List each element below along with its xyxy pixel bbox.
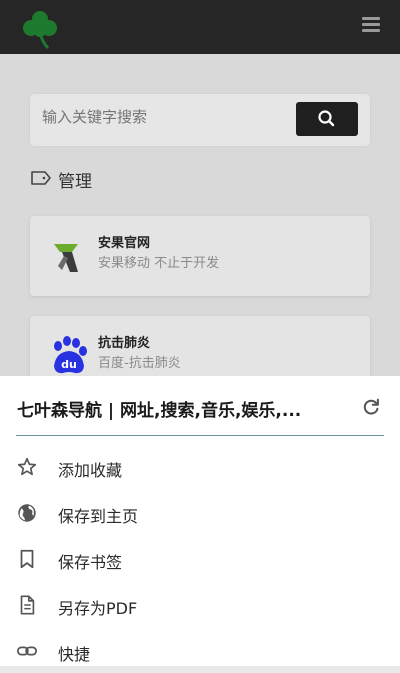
menu-item-label: 保存书签 [58,553,123,572]
menu-item-label: 快捷 [58,645,91,664]
search-button[interactable] [296,102,358,136]
document-icon [20,595,35,615]
page-content: 管理 安果官网 安果移动 不止于开发 du 抗击肺炎 百度-抗击肺炎 [0,54,400,376]
search-bar [30,94,370,146]
refresh-icon[interactable] [360,396,382,418]
anguo-logo-icon [54,244,78,272]
site-card-anguo[interactable]: 安果官网 安果移动 不止于开发 [30,216,370,296]
menu-item-add-favorite[interactable]: 添加收藏 [0,445,400,489]
menu-item-save-to-home[interactable]: 保存到主页 [0,491,400,535]
baidu-paw-icon: du [54,336,87,374]
search-icon [318,110,335,127]
search-input[interactable] [42,108,282,126]
top-app-bar [0,0,400,54]
sheet-page-title: 七叶森导航 | 网址,搜索,音乐,娱乐,... [17,401,302,421]
menu-item-save-bookmark[interactable]: 保存书签 [0,537,400,581]
bookmark-icon [20,549,34,569]
menu-item-label: 另存为PDF [58,599,138,618]
card-description: 安果移动 不止于开发 [98,256,220,271]
site-card-baidu[interactable]: du 抗击肺炎 百度-抗击肺炎 [30,316,370,376]
divider [16,435,384,436]
svg-text:du: du [61,358,77,371]
star-outline-icon [17,457,37,476]
clover-logo-icon[interactable] [18,6,62,50]
card-title: 抗击肺炎 [98,336,151,351]
tag-icon [31,171,51,185]
section-title: 管理 [58,172,92,192]
card-description: 百度-抗击肺炎 [98,356,181,371]
menu-item-shortcut[interactable]: 快捷 [0,629,400,673]
globe-icon [18,504,36,522]
card-title: 安果官网 [98,236,151,251]
menu-item-label: 保存到主页 [58,507,139,526]
menu-item-save-as-pdf[interactable]: 另存为PDF [0,583,400,627]
hamburger-menu-icon[interactable] [362,17,380,33]
link-icon [16,646,38,656]
bottom-sheet-menu: 七叶森导航 | 网址,搜索,音乐,娱乐,... 添加收藏 保存到主页 保存书签 [0,376,400,666]
menu-item-label: 添加收藏 [58,461,123,480]
